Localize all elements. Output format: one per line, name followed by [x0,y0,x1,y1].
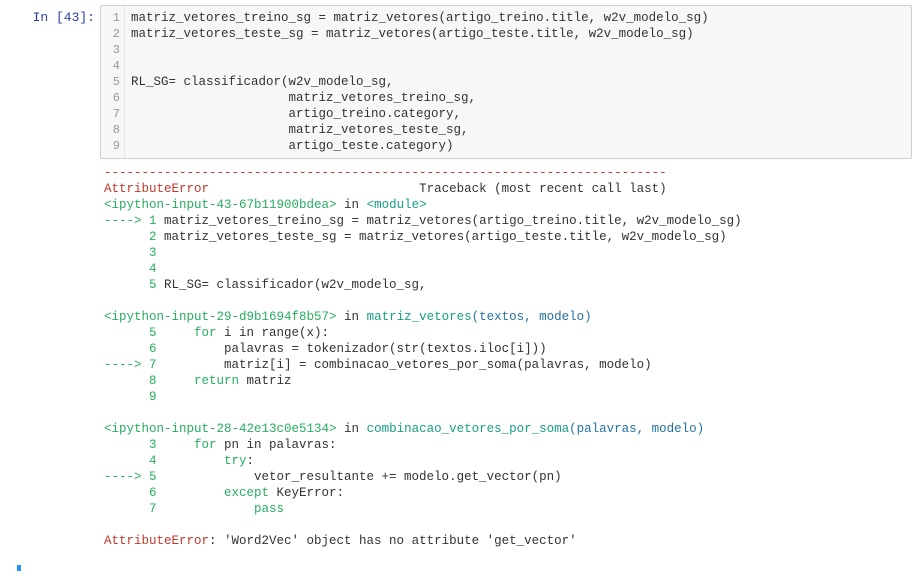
code-fragment: pn in palavras: [217,438,337,452]
line-prefix: 3 [104,246,164,260]
line-prefix: 5 [104,278,164,292]
code-input-area[interactable]: 1 2 3 4 5 6 7 8 9 matriz_vetores_treino_… [100,5,912,159]
line-prefix: 8 [104,374,194,388]
keyword: return [194,374,239,388]
keyword: for [194,438,217,452]
keyword: for [194,326,217,340]
code-fragment: vetor_resultante += modelo.get_vector(pn… [254,470,562,484]
line-number: 2 [105,26,120,42]
selected-cell-indicator [17,565,912,571]
line-number: 7 [105,106,120,122]
line-prefix: 5 [104,326,194,340]
frame-function: <module> [367,198,427,212]
frame-function: matriz_vetores [367,310,472,324]
line-number: 5 [105,74,120,90]
code-fragment: matriz [239,374,292,388]
line-number: 3 [105,42,120,58]
error-type: AttributeError [104,182,209,196]
frame-function: combinacao_vetores_por_soma [367,422,570,436]
code-fragment: : [247,454,255,468]
traceback-dashes: ----------------------------------------… [104,166,667,180]
code-fragment: matriz[i] = combinacao_vetores_por_soma(… [224,358,652,372]
frame-in: in [337,198,367,212]
frame-args: (textos, modelo) [472,310,592,324]
frame-in: in [337,310,367,324]
code-line: matriz_vetores_treino_sg, [131,91,476,105]
line-prefix: 4 [104,262,164,276]
line-prefix: 3 [104,438,194,452]
line-number: 1 [105,10,120,26]
final-error-type: AttributeError [104,534,209,548]
traceback-label: Traceback (most recent call last) [209,182,667,196]
input-prompt: In [43]: [33,10,95,25]
arrow-line: ----> 5 [104,470,254,484]
line-number-gutter: 1 2 3 4 5 6 7 8 9 [101,6,125,158]
line-number: 9 [105,138,120,154]
arrow-line: ----> 1 [104,214,164,228]
frame-in: in [337,422,367,436]
line-number: 6 [105,90,120,106]
code-fragment: KeyError [269,486,337,500]
code-fragment: palavras = tokenizador(str(textos.iloc[i… [224,342,547,356]
cell-body: 1 2 3 4 5 6 7 8 9 matriz_vetores_treino_… [100,5,912,555]
code-fragment: RL_SG= classificador(w2v_modelo_sg, [164,278,427,292]
line-prefix: 7 [104,502,254,516]
line-prefix: 6 [104,342,224,356]
keyword: pass [254,502,284,516]
line-prefix: 2 [104,230,164,244]
frame-location: <ipython-input-28-42e13c0e5134> [104,422,337,436]
error-output: ----------------------------------------… [100,159,912,555]
line-prefix: 9 [104,390,164,404]
frame-args: (palavras, modelo) [569,422,704,436]
code-line: matriz_vetores_teste_sg = matriz_vetores… [131,27,694,41]
code-fragment: matriz_vetores_treino_sg = matriz_vetore… [164,214,742,228]
input-prompt-area: In [43]: [5,5,100,555]
code-line: artigo_teste.category) [131,139,454,153]
line-number: 4 [105,58,120,74]
code-line: matriz_vetores_treino_sg = matriz_vetore… [131,11,709,25]
final-error-message: : 'Word2Vec' object has no attribute 'ge… [209,534,577,548]
code-editor[interactable]: matriz_vetores_treino_sg = matriz_vetore… [125,6,911,158]
line-prefix: 4 [104,454,224,468]
arrow-line: ----> 7 [104,358,224,372]
code-line: artigo_treino.category, [131,107,461,121]
code-line: matriz_vetores_teste_sg, [131,123,469,137]
code-line: RL_SG= classificador(w2v_modelo_sg, [131,75,394,89]
code-cell: In [43]: 1 2 3 4 5 6 7 8 9 matriz_vetore… [5,5,912,555]
code-fragment: matriz_vetores_teste_sg = matriz_vetores… [164,230,727,244]
code-fragment: : [337,486,345,500]
line-number: 8 [105,122,120,138]
frame-location: <ipython-input-29-d9b1694f8b57> [104,310,337,324]
frame-location: <ipython-input-43-67b11900bdea> [104,198,337,212]
code-fragment: i in range(x): [217,326,330,340]
keyword: except [224,486,269,500]
keyword: try [224,454,247,468]
line-prefix: 6 [104,486,224,500]
